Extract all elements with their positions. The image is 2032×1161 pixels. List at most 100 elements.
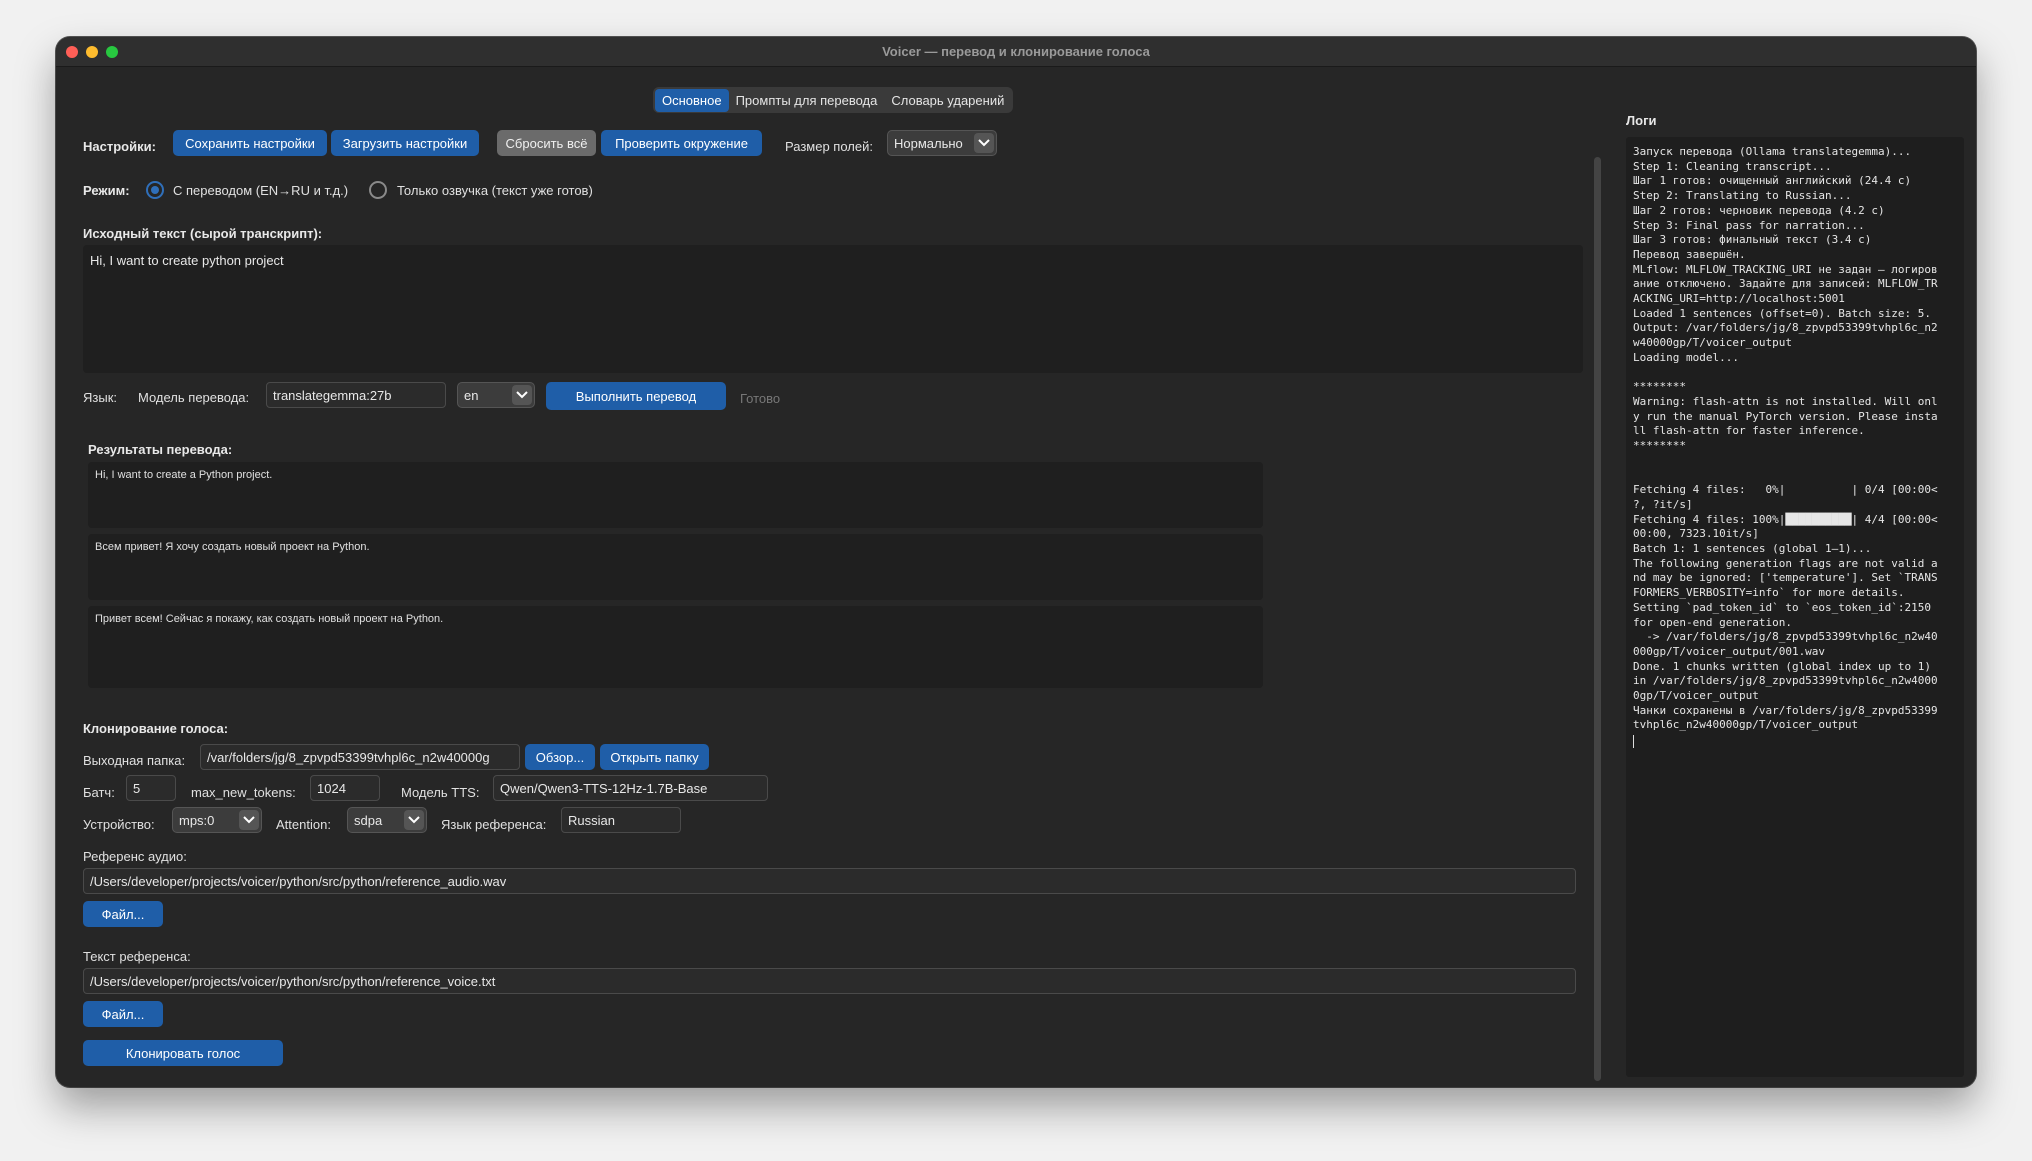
logs-title: Логи <box>1626 113 1657 128</box>
mode-with-translation-radio[interactable] <box>146 181 164 199</box>
language-label: Язык: <box>83 390 117 405</box>
log-line: -> /var/folders/jg/8_zpvpd53399tvhpl6c_n… <box>1633 630 1938 644</box>
reference-audio-input[interactable]: /Users/developer/projects/voicer/python/… <box>83 868 1576 894</box>
source-text-label: Исходный текст (сырой транскрипт): <box>83 226 323 241</box>
tts-model-label: Модель TTS: <box>401 785 480 800</box>
field-size-value: Нормально <box>894 135 963 151</box>
main-scrollbar[interactable] <box>1594 157 1601 1081</box>
logs-output[interactable]: Запуск перевода (Ollama translategemma).… <box>1626 137 1964 1077</box>
logs-pane: Логи Запуск перевода (Ollama translatege… <box>1612 67 1976 1087</box>
log-line: Шаг 1 готов: очищенный английский (24.4 … <box>1633 174 1912 188</box>
field-size-select[interactable]: Нормально <box>887 130 997 156</box>
clone-voice-button[interactable]: Клонировать голос <box>83 1040 283 1066</box>
device-select[interactable]: mps:0 <box>172 807 262 833</box>
window-title: Voicer — перевод и клонирование голоса <box>882 44 1150 59</box>
save-settings-button[interactable]: Сохранить настройки <box>173 130 327 156</box>
check-environment-button[interactable]: Проверить окружение <box>601 130 762 156</box>
load-settings-button[interactable]: Загрузить настройки <box>331 130 479 156</box>
zoom-window-button[interactable] <box>106 46 118 58</box>
result-text: Hi, I want to create a Python project. <box>95 469 273 481</box>
log-line: Запуск перевода (Ollama translategemma).… <box>1633 145 1912 158</box>
minimize-window-button[interactable] <box>86 46 98 58</box>
source-text-area[interactable]: Hi, I want to create python project <box>83 245 1583 373</box>
main-panel: Основное Промпты для перевода Словарь уд… <box>56 67 1612 1087</box>
open-folder-button[interactable]: Открыть папку <box>600 744 709 770</box>
title-bar: Voicer — перевод и клонирование голоса <box>56 37 1976 67</box>
log-line: Step 2: Translating to Russian... <box>1633 189 1852 203</box>
chevron-down-icon <box>404 810 424 830</box>
log-line: Step 3: Final pass for narration... <box>1633 218 1865 232</box>
log-line: w40000gp/T/voicer_output <box>1633 336 1792 350</box>
chevron-down-icon <box>512 385 532 405</box>
traffic-lights <box>66 46 118 58</box>
tts-model-input[interactable]: Qwen/Qwen3-TTS-12Hz-1.7B-Base <box>493 775 768 801</box>
result-text: Всем привет! Я хочу создать новый проект… <box>95 541 370 553</box>
device-label: Устройство: <box>83 817 155 832</box>
settings-label: Настройки: <box>83 139 156 154</box>
app-window: Voicer — перевод и клонирование голоса О… <box>56 37 1976 1087</box>
log-line: Warning: flash-attn is not installed. Wi… <box>1633 394 1938 408</box>
log-line: Шаг 3 готов: финальный текст (3.4 с) <box>1633 233 1872 247</box>
source-text-value: Hi, I want to create python project <box>90 253 284 268</box>
result-item-3[interactable]: Привет всем! Сейчас я покажу, как создат… <box>88 606 1263 688</box>
tab-main[interactable]: Основное <box>655 88 729 112</box>
results-label: Результаты перевода: <box>88 442 233 457</box>
output-folder-input[interactable]: /var/folders/jg/8_zpvpd53399tvhpl6c_n2w4… <box>200 744 520 770</box>
reference-audio-file-button[interactable]: Файл... <box>83 901 163 927</box>
text-cursor <box>1633 735 1634 749</box>
log-line: y run the manual PyTorch version. Please… <box>1633 409 1938 423</box>
reset-all-button[interactable]: Сбросить всё <box>497 130 596 156</box>
close-window-button[interactable] <box>66 46 78 58</box>
language-select[interactable]: en <box>457 382 535 408</box>
mode-label: Режим: <box>83 183 130 198</box>
result-text: Привет всем! Сейчас я покажу, как создат… <box>95 613 444 625</box>
reference-audio-label: Референс аудио: <box>83 849 187 864</box>
mode-with-translation-label[interactable]: С переводом (EN→RU и т.д.) <box>173 183 348 198</box>
log-line: Setting `pad_token_id` to `eos_token_id`… <box>1633 600 1932 614</box>
log-lines: Запуск перевода (Ollama translategemma).… <box>1633 145 1957 733</box>
log-line: in /var/folders/jg/8_zpvpd53399tvhpl6c_n… <box>1633 674 1938 688</box>
log-line: ll flash-attn for faster inference. <box>1633 424 1865 438</box>
log-line: for open-end generation. <box>1633 615 1792 629</box>
log-line: Чанки сохранены в /var/folders/jg/8_zpvp… <box>1633 703 1938 717</box>
log-line: ание отключено. Задайте для записей: MLF… <box>1633 277 1938 291</box>
reference-language-input[interactable]: Russian <box>561 807 681 833</box>
chevron-down-icon <box>974 133 994 153</box>
log-line: Loading model... <box>1633 350 1739 364</box>
mode-voice-only-radio[interactable] <box>369 181 387 199</box>
run-translation-button[interactable]: Выполнить перевод <box>546 382 726 410</box>
browse-button[interactable]: Обзор... <box>525 744 595 770</box>
reference-text-file-button[interactable]: Файл... <box>83 1001 163 1027</box>
log-line: Fetching 4 files: 0%| | 0/4 [00:00< <box>1633 483 1938 497</box>
mode-voice-only-label[interactable]: Только озвучка (текст уже готов) <box>397 183 593 198</box>
log-line: 0gp/T/voicer_output <box>1633 689 1759 703</box>
batch-label: Батч: <box>83 785 115 800</box>
log-line: Fetching 4 files: 100%|██████████| 4/4 [… <box>1633 512 1938 526</box>
log-line: 00:00, 7323.10it/s] <box>1633 527 1759 541</box>
chevron-down-icon <box>239 810 259 830</box>
log-line: Batch 1: 1 sentences (global 1–1)... <box>1633 541 1872 555</box>
log-line: Loaded 1 sentences (offset=0). Batch siz… <box>1633 306 1932 320</box>
translation-model-input[interactable]: translategemma:27b <box>266 382 446 408</box>
result-item-1[interactable]: Hi, I want to create a Python project. <box>88 462 1263 528</box>
log-line: Output: /var/folders/jg/8_zpvpd53399tvhp… <box>1633 321 1938 335</box>
attention-label: Attention: <box>276 817 331 832</box>
result-item-2[interactable]: Всем привет! Я хочу создать новый проект… <box>88 534 1263 600</box>
reference-text-input[interactable]: /Users/developer/projects/voicer/python/… <box>83 968 1576 994</box>
log-line: nd may be ignored: ['temperature']. Set … <box>1633 571 1938 585</box>
field-size-label: Размер полей: <box>785 139 873 154</box>
max-tokens-input[interactable]: 1024 <box>310 775 380 801</box>
log-line: FORMERS_VERBOSITY=info` for more details… <box>1633 586 1905 600</box>
log-line: ACKING_URI=http://localhost:5001 <box>1633 292 1845 306</box>
log-line: 000gp/T/voicer_output/001.wav <box>1633 644 1826 658</box>
log-line: Перевод завершён. <box>1633 247 1746 261</box>
tab-prompts[interactable]: Промпты для перевода <box>729 89 885 112</box>
attention-select[interactable]: sdpa <box>347 807 427 833</box>
log-line: Шаг 2 готов: черновик перевода (4.2 с) <box>1633 203 1885 217</box>
log-line: The following generation flags are not v… <box>1633 556 1938 570</box>
translation-status: Готово <box>740 391 781 406</box>
tab-stress-dictionary[interactable]: Словарь ударений <box>884 89 1011 112</box>
batch-input[interactable]: 5 <box>126 775 176 801</box>
